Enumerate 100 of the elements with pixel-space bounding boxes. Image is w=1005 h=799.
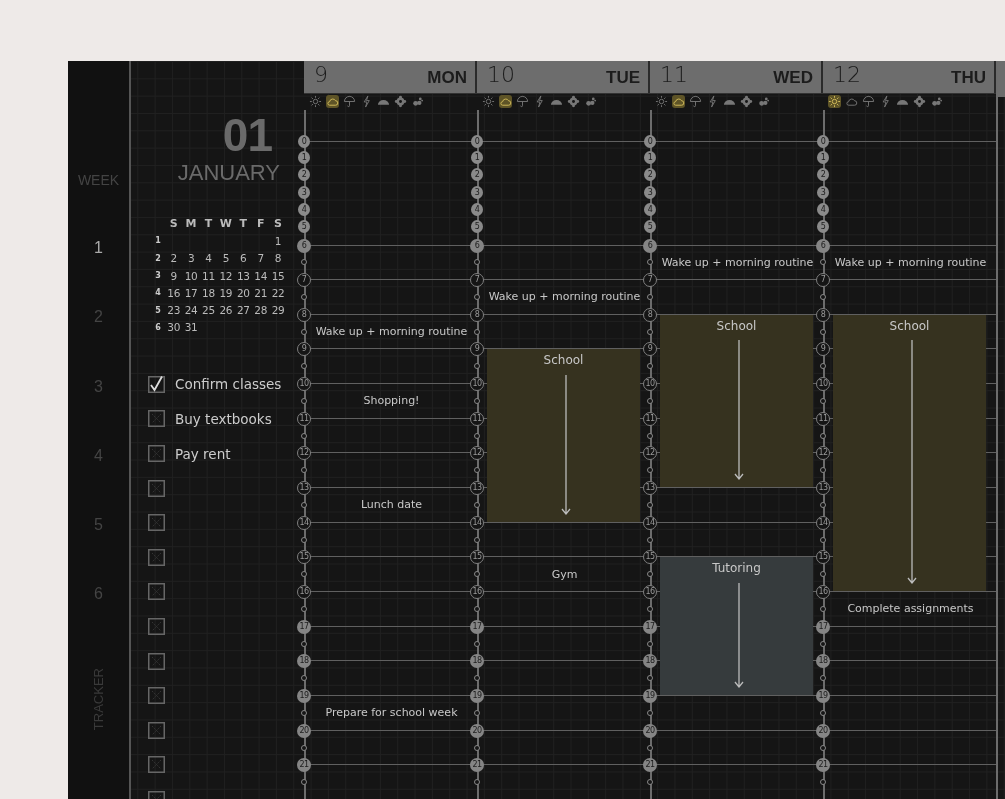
calendar-day[interactable]: 5: [222, 252, 230, 265]
cloud-icon[interactable]: [411, 95, 424, 109]
event-block[interactable]: School: [487, 349, 640, 384]
day-number: 12: [833, 61, 861, 90]
hour-marker: 15: [816, 550, 830, 565]
event-block[interactable]: School: [833, 314, 986, 349]
umbrella-icon[interactable]: [862, 95, 875, 109]
half-hour-dot: [301, 467, 307, 474]
weekday-label: S: [274, 217, 282, 231]
hour-marker: 12: [816, 446, 830, 461]
calendar-day[interactable]: 15: [271, 269, 285, 282]
cloud-icon[interactable]: [757, 95, 770, 109]
calendar-day[interactable]: 11: [202, 269, 215, 282]
checkbox[interactable]: [148, 687, 165, 705]
hour-marker: 18: [470, 654, 484, 669]
calendar-day[interactable]: 24: [184, 304, 198, 317]
calendar-day[interactable]: 26: [219, 304, 233, 317]
hour-marker: 3: [644, 185, 656, 199]
calendar-day[interactable]: 8: [274, 252, 282, 265]
calendar-day[interactable]: 17: [184, 286, 198, 299]
calendar-day[interactable]: 19: [219, 286, 233, 299]
checkbox[interactable]: [148, 375, 165, 393]
checkbox[interactable]: [148, 721, 165, 739]
calendar-day[interactable]: 20: [236, 286, 250, 299]
calendar-day[interactable]: 10: [184, 269, 198, 282]
calendar-day[interactable]: 21: [254, 286, 268, 299]
calendar-day[interactable]: 6: [240, 252, 247, 265]
event-label[interactable]: Gym: [551, 567, 578, 581]
calendar-day[interactable]: 22: [271, 286, 285, 299]
sun-icon[interactable]: [828, 95, 841, 109]
checkbox[interactable]: [148, 756, 165, 774]
checkbox[interactable]: [148, 514, 165, 532]
checkbox[interactable]: [148, 618, 165, 636]
event-label[interactable]: Wake up + morning routine: [834, 255, 987, 269]
cloud-icon[interactable]: [326, 95, 339, 109]
calendar-day[interactable]: 27: [236, 304, 250, 317]
calendar-day[interactable]: 7: [257, 252, 264, 265]
event-block-continuation[interactable]: [833, 556, 986, 592]
cloud-icon[interactable]: [672, 95, 685, 109]
umbrella-icon[interactable]: [516, 95, 529, 109]
event-label[interactable]: Shopping!: [363, 394, 420, 408]
checkbox[interactable]: [148, 445, 165, 463]
umbrella-icon[interactable]: [343, 95, 356, 109]
hour-marker: 5: [644, 220, 656, 234]
calendar-day[interactable]: 30: [167, 321, 181, 334]
umbrella-icon[interactable]: [689, 95, 702, 109]
half-hour-dot: [301, 605, 307, 612]
hour-marker: 19: [816, 689, 830, 704]
cloud-icon[interactable]: [499, 95, 512, 109]
calendar-day[interactable]: 1: [274, 234, 282, 247]
event-label[interactable]: Complete assignments: [847, 602, 974, 616]
calendar-day[interactable]: 16: [167, 286, 181, 299]
half-hour-dot: [647, 536, 653, 543]
cloud-icon[interactable]: [584, 95, 597, 109]
half-hour-dot: [301, 259, 307, 266]
checkbox[interactable]: [148, 583, 165, 601]
half-hour-dot: [820, 709, 826, 716]
calendar-day[interactable]: 14: [254, 269, 268, 282]
flower-icon[interactable]: [394, 95, 407, 109]
calendar-day[interactable]: 2: [170, 252, 177, 265]
calendar-day[interactable]: 23: [167, 304, 181, 317]
hour-marker: 7: [470, 273, 484, 288]
event-block[interactable]: Tutoring: [660, 557, 813, 592]
flower-icon[interactable]: [740, 95, 753, 109]
month-name: JANUARY: [176, 161, 280, 185]
checkbox[interactable]: [148, 548, 165, 566]
hour-marker: 20: [816, 723, 830, 738]
event-label[interactable]: Wake up + morning routine: [488, 290, 641, 304]
hour-marker: 0: [817, 134, 829, 148]
calendar-day[interactable]: 4: [205, 252, 212, 265]
flower-icon[interactable]: [913, 95, 926, 109]
calendar-day[interactable]: 28: [254, 304, 268, 317]
half-hour-dot: [647, 397, 653, 404]
half-hour-dot: [474, 501, 480, 508]
hour-marker: 0: [644, 134, 656, 148]
event-label[interactable]: Prepare for school week: [325, 706, 458, 720]
cloud-icon[interactable]: [930, 95, 943, 109]
hour-marker: 14: [643, 515, 657, 530]
calendar-day[interactable]: 29: [271, 304, 285, 317]
calendar-day[interactable]: 12: [219, 269, 233, 282]
event-label[interactable]: Lunch date: [360, 498, 423, 512]
calendar-day[interactable]: 9: [170, 269, 177, 282]
event-label[interactable]: Wake up + morning routine: [661, 255, 814, 269]
calendar-day[interactable]: 18: [202, 286, 215, 299]
event-label[interactable]: Wake up + morning routine: [315, 325, 468, 339]
week-number[interactable]: 1: [94, 213, 103, 283]
event-block-continuation[interactable]: [660, 452, 813, 488]
calendar-day[interactable]: 31: [184, 321, 198, 334]
hour-marker: 6: [643, 238, 657, 253]
checkbox[interactable]: [148, 652, 165, 670]
calendar-day[interactable]: 13: [236, 269, 250, 282]
day-number: 10: [487, 61, 515, 90]
event-block[interactable]: School: [660, 314, 813, 349]
checkbox[interactable]: [148, 479, 165, 497]
flower-icon[interactable]: [567, 95, 580, 109]
event-block-continuation[interactable]: [660, 660, 813, 696]
hour-marker: 3: [817, 185, 829, 199]
calendar-day[interactable]: 25: [202, 304, 215, 317]
checkbox[interactable]: [148, 410, 165, 428]
calendar-day[interactable]: 3: [187, 252, 195, 265]
